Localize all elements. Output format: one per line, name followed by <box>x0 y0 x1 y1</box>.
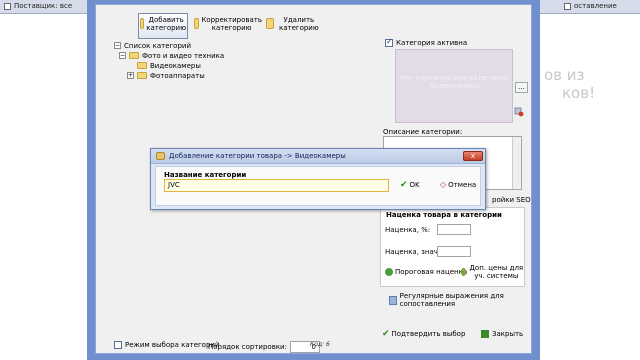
add-category-dialog: Добавление категории товара -> Видеокаме… <box>150 148 486 210</box>
delete-category-label: Удалить категорию <box>278 16 319 32</box>
expand-icon[interactable]: + <box>127 72 134 79</box>
edit-folder-icon <box>194 18 200 29</box>
supplier-filter-label[interactable]: Поставщик: все <box>14 2 72 10</box>
code-label: Код: 6 <box>310 341 330 348</box>
regex-label: Регулярные выражения для сопоставления <box>399 292 504 308</box>
close-window-button[interactable]: Закрыть <box>481 330 523 338</box>
category-name-input[interactable]: JVC <box>164 179 389 192</box>
regex-button[interactable]: Регулярные выражения для сопоставления <box>389 292 531 308</box>
close-window-label: Закрыть <box>492 330 524 338</box>
seo-settings-link[interactable]: ройки SEO <box>492 196 531 204</box>
background-right-label: оставление <box>574 2 617 10</box>
background-checkbox[interactable] <box>4 3 11 10</box>
extra-prices-label: Доп. цены для уч. системы <box>469 264 524 280</box>
markup-percent-label: Наценка, %: <box>385 226 431 234</box>
dialog-title: Добавление категории товара -> Видеокаме… <box>169 152 346 160</box>
dialog-ok-label: OK <box>409 181 420 189</box>
delete-category-button[interactable]: Удалить категорию <box>266 13 322 39</box>
code-display: Код: 6 <box>310 341 330 348</box>
check-icon: ✔ <box>382 329 390 339</box>
threshold-markup-icon <box>385 268 393 276</box>
markup-percent-input[interactable] <box>437 224 471 235</box>
check-icon: ✔ <box>400 180 408 190</box>
extra-prices-icon <box>461 268 466 276</box>
extra-prices-button[interactable]: Доп. цены для уч. системы <box>461 264 525 280</box>
delete-folder-icon <box>266 18 274 29</box>
markup-value-input[interactable] <box>437 246 471 257</box>
collapse-icon[interactable]: − <box>119 52 126 59</box>
collapse-icon[interactable]: − <box>114 42 121 49</box>
background-right-panel: ов из ков! <box>540 14 640 360</box>
add-folder-icon <box>140 18 145 29</box>
clear-picture-icon[interactable] <box>514 107 524 117</box>
tree-item-label: Фотоаппараты <box>150 71 205 80</box>
cancel-icon: ◇ <box>440 180 447 189</box>
dialog-cancel-label: Отмена <box>448 181 477 189</box>
tree-root-label: Список категорий <box>124 41 192 50</box>
dialog-close-button[interactable]: x <box>463 151 483 161</box>
confirm-selection-button[interactable]: ✔ Подтвердить выбор <box>382 329 466 339</box>
confirm-selection-label: Подтвердить выбор <box>391 330 466 338</box>
tree-item[interactable]: − Фото и видео техника <box>119 51 224 60</box>
add-category-label: Добавить категорию <box>146 16 186 32</box>
background-checkbox-right[interactable] <box>564 3 571 10</box>
dialog-titlebar[interactable]: Добавление категории товара -> Видеокаме… <box>151 149 485 164</box>
background-ghost-text-1: ов из <box>544 66 585 84</box>
dialog-body: Название категории JVC ✔ OK ◇ Отмена <box>155 166 481 206</box>
background-left-panel <box>0 14 87 360</box>
folder-icon <box>156 152 165 160</box>
choose-picture-button[interactable]: ... <box>515 82 528 93</box>
tree-item[interactable]: Видеокамеры <box>137 61 201 70</box>
exit-icon <box>481 330 489 338</box>
picture-placeholder-text: Нет картинки для категории: Видеокамеры <box>400 74 510 90</box>
checkbox-unchecked-icon[interactable] <box>114 341 122 349</box>
markup-value-label: Наценка, знач.: <box>385 248 443 256</box>
tree-root[interactable]: − Список категорий <box>114 41 191 50</box>
sort-order-label: Порядок сортировки: <box>208 343 287 351</box>
dialog-cancel-button[interactable]: ◇ Отмена <box>440 180 477 190</box>
add-category-button[interactable]: Добавить категорию <box>138 13 188 39</box>
tree-item[interactable]: + Фотоаппараты <box>127 71 205 80</box>
checkbox-checked-icon[interactable] <box>385 37 393 47</box>
folder-icon <box>129 52 139 59</box>
category-active-checkbox[interactable]: Категория активна <box>385 37 468 47</box>
sort-order: Порядок сортировки: 0 <box>208 341 320 353</box>
edit-category-button[interactable]: Корректировать категорию <box>194 13 262 39</box>
markup-group: Наценка товара в категории Наценка, %: Н… <box>380 207 525 287</box>
selection-mode-label: Режим выбора категорий <box>125 341 220 349</box>
selection-mode-checkbox[interactable]: Режим выбора категорий <box>114 341 220 349</box>
category-active-label: Категория активна <box>396 39 468 47</box>
category-picture[interactable]: Нет картинки для категории: Видеокамеры <box>395 49 513 123</box>
markup-group-title: Наценка товара в категории <box>386 211 502 219</box>
regex-icon <box>389 295 397 305</box>
description-scrollbar[interactable] <box>512 137 521 189</box>
description-label: Описание категории: <box>383 128 463 136</box>
tree-item-label: Видеокамеры <box>150 61 201 70</box>
threshold-markup-label: Пороговая наценка <box>395 268 468 276</box>
folder-icon <box>137 62 147 69</box>
background-ghost-text-2: ков! <box>562 84 596 102</box>
folder-icon <box>137 72 147 79</box>
category-name-label: Название категории <box>164 171 247 179</box>
edit-category-label: Корректировать категорию <box>201 16 262 32</box>
tree-item-label: Фото и видео техника <box>142 51 225 60</box>
dialog-ok-button[interactable]: ✔ OK <box>400 180 420 190</box>
threshold-markup-button[interactable]: Пороговая наценка <box>385 268 467 276</box>
